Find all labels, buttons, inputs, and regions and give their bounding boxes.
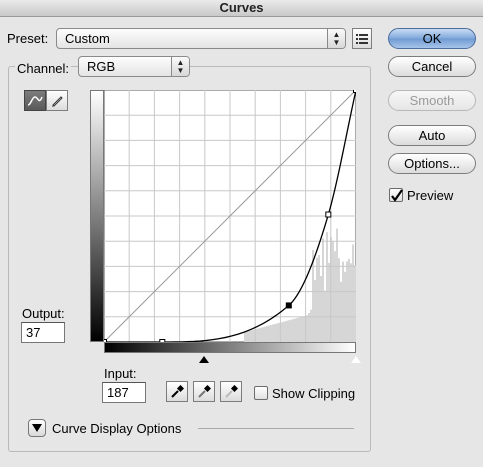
histogram-bar bbox=[318, 254, 320, 342]
popup-arrows-icon: ▲ ▼ bbox=[171, 57, 189, 76]
histogram-bar bbox=[276, 323, 278, 342]
histogram-bar bbox=[316, 257, 318, 342]
preset-value: Custom bbox=[65, 31, 110, 46]
checkmark-icon bbox=[391, 189, 403, 202]
channel-value: RGB bbox=[87, 59, 116, 74]
preset-options-icon[interactable] bbox=[352, 28, 372, 49]
histogram-bar bbox=[258, 328, 260, 342]
histogram-bar bbox=[272, 324, 274, 342]
histogram-bar bbox=[282, 321, 284, 342]
histogram-bar bbox=[300, 317, 302, 342]
gray-eyedropper-icon[interactable] bbox=[193, 381, 215, 402]
histogram-bar bbox=[284, 321, 286, 342]
show-clipping-checkbox[interactable] bbox=[254, 386, 268, 400]
histogram-bar bbox=[306, 315, 308, 342]
preset-select[interactable]: Custom ▲ ▼ bbox=[56, 28, 346, 49]
histogram-bar bbox=[334, 251, 336, 342]
histogram-bar bbox=[278, 322, 280, 342]
histogram-bar bbox=[274, 323, 276, 342]
smooth-button[interactable]: Smooth bbox=[388, 90, 476, 111]
histogram-bar bbox=[344, 271, 346, 342]
curve-tool-icon[interactable] bbox=[24, 90, 46, 111]
disclosure-triangle-icon[interactable] bbox=[28, 419, 46, 437]
histogram-bar bbox=[294, 318, 296, 342]
histogram-bar bbox=[246, 331, 248, 342]
output-field[interactable]: 37 bbox=[21, 322, 65, 343]
histogram-bar bbox=[286, 320, 288, 342]
histogram-bar bbox=[252, 329, 254, 342]
histogram-bar bbox=[244, 332, 246, 342]
input-label: Input: bbox=[104, 366, 137, 381]
preset-label: Preset: bbox=[7, 31, 49, 46]
preview-checkbox[interactable] bbox=[389, 188, 403, 202]
histogram-bar bbox=[322, 238, 324, 342]
histogram-bar bbox=[354, 265, 356, 342]
curve-point[interactable] bbox=[159, 339, 166, 343]
histogram-bar bbox=[266, 326, 268, 342]
histogram-bar bbox=[262, 327, 264, 342]
channel-label: Channel: bbox=[15, 61, 72, 76]
input-field[interactable]: 187 bbox=[102, 382, 146, 403]
auto-button[interactable]: Auto bbox=[388, 125, 476, 146]
curve-point[interactable] bbox=[353, 90, 357, 93]
histogram-bar bbox=[348, 258, 350, 342]
output-gradient-bar bbox=[90, 90, 104, 342]
white-eyedropper-icon[interactable] bbox=[220, 381, 242, 402]
cancel-button[interactable]: Cancel bbox=[388, 56, 476, 77]
histogram-bar bbox=[302, 316, 304, 342]
histogram-bar bbox=[338, 258, 340, 342]
histogram-bar bbox=[342, 261, 344, 342]
histogram-bar bbox=[326, 232, 328, 342]
preview-label: Preview bbox=[407, 188, 454, 203]
curves-dialog: Curves Preset: Custom ▲ ▼ OK Cancel Smoot… bbox=[0, 0, 483, 467]
histogram-bar bbox=[340, 281, 342, 342]
histogram-bar bbox=[260, 327, 262, 342]
black-point-slider[interactable] bbox=[199, 356, 209, 363]
histogram-bar bbox=[288, 320, 290, 342]
histogram-bar bbox=[268, 325, 270, 342]
histogram-bar bbox=[250, 330, 252, 342]
histogram-bar bbox=[296, 318, 298, 342]
histogram-bar bbox=[320, 276, 322, 342]
channel-select[interactable]: RGB ▲ ▼ bbox=[78, 56, 190, 77]
histogram-bar bbox=[298, 317, 300, 342]
histogram-bar bbox=[270, 325, 272, 342]
pencil-icon[interactable] bbox=[46, 90, 68, 111]
separator-line bbox=[198, 428, 354, 429]
histogram-bar bbox=[308, 313, 310, 342]
popup-arrows-icon: ▲ ▼ bbox=[327, 29, 345, 48]
curve-graph[interactable] bbox=[104, 90, 356, 342]
histogram-bar bbox=[310, 309, 312, 342]
curve-display-options-label[interactable]: Curve Display Options bbox=[52, 421, 181, 436]
histogram-bar bbox=[256, 328, 258, 342]
histogram-bar bbox=[352, 244, 354, 342]
histogram-bar bbox=[264, 326, 266, 342]
curve-point-selected[interactable] bbox=[285, 302, 292, 309]
histogram-bar bbox=[350, 263, 352, 342]
options-button[interactable]: Options... bbox=[388, 153, 476, 174]
histogram-bar bbox=[292, 319, 294, 342]
histogram-bar bbox=[336, 228, 338, 342]
curve-point[interactable] bbox=[325, 211, 332, 218]
white-point-slider[interactable] bbox=[351, 356, 361, 363]
black-eyedropper-icon[interactable] bbox=[166, 381, 188, 402]
curve-point[interactable] bbox=[104, 339, 107, 343]
histogram-bar bbox=[248, 330, 250, 342]
window-title: Curves bbox=[0, 0, 483, 17]
histogram-bar bbox=[346, 261, 348, 342]
input-gradient-bar bbox=[104, 342, 356, 353]
histogram-bar bbox=[314, 279, 316, 342]
histogram-bar bbox=[290, 319, 292, 342]
show-clipping-label: Show Clipping bbox=[272, 386, 356, 401]
output-label: Output: bbox=[22, 306, 65, 321]
ok-button[interactable]: OK bbox=[388, 28, 476, 49]
histogram-bar bbox=[328, 262, 330, 342]
